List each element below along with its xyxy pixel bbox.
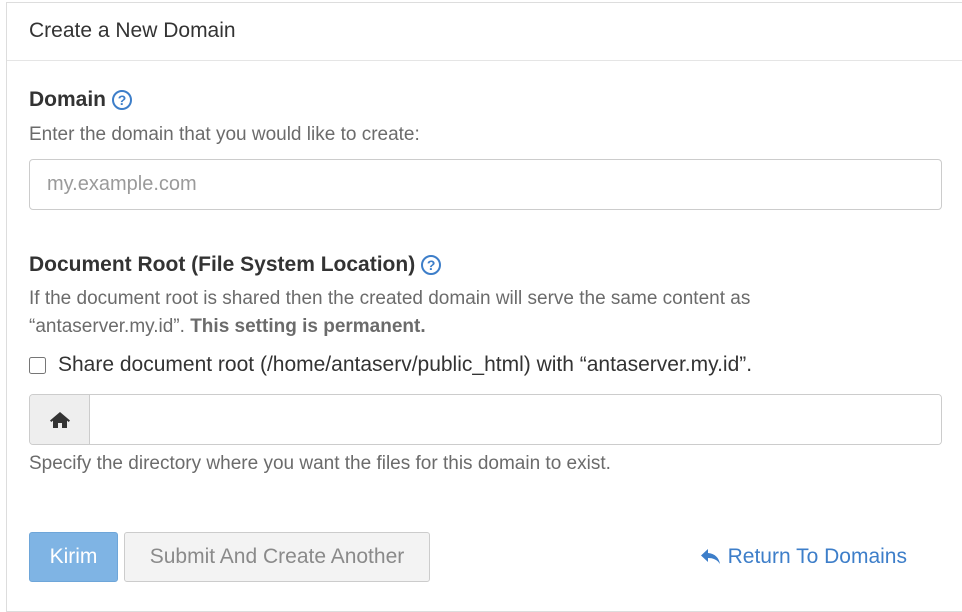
domain-input[interactable]	[29, 159, 942, 210]
docroot-path-group	[29, 394, 942, 445]
domain-label: Domain	[29, 88, 107, 111]
submit-button[interactable]: Kirim	[29, 532, 118, 582]
docroot-description: If the document root is shared then the …	[29, 285, 943, 341]
home-addon	[30, 395, 90, 444]
domain-heading: Domain ?	[29, 85, 943, 115]
create-domain-panel: Create a New Domain Domain ? Enter the d…	[6, 2, 962, 612]
docroot-path-input[interactable]	[90, 395, 941, 444]
question-circle-icon[interactable]: ?	[421, 255, 442, 275]
domain-description: Enter the domain that you would like to …	[29, 124, 420, 145]
question-circle-icon[interactable]: ?	[112, 90, 133, 110]
form-actions: Kirim Submit And Create Another Return To…	[29, 532, 943, 582]
panel-title: Create a New Domain	[7, 3, 962, 61]
docroot-heading: Document Root (File System Location) ?	[29, 250, 943, 280]
share-docroot-row[interactable]: Share document root (/home/antaserv/publ…	[29, 353, 943, 377]
permanent-notice: This setting is permanent.	[190, 316, 426, 337]
return-to-domains-link[interactable]: Return To Domains	[700, 532, 907, 582]
submit-and-create-another-button[interactable]: Submit And Create Another	[124, 532, 430, 582]
share-docroot-label: Share document root (/home/antaserv/publ…	[58, 353, 753, 376]
share-docroot-checkbox[interactable]	[29, 356, 46, 374]
return-to-domains-label: Return To Domains	[727, 545, 907, 568]
docroot-label: Document Root (File System Location)	[29, 253, 416, 276]
reply-icon	[700, 549, 720, 564]
form-body: Domain ? Enter the domain that you would…	[7, 85, 962, 582]
docroot-hint: Specify the directory where you want the…	[29, 453, 611, 474]
home-icon	[49, 411, 70, 428]
docroot-description-domain: “antaserver.my.id”.	[29, 316, 185, 337]
docroot-description-text: If the document root is shared then the …	[29, 288, 751, 309]
